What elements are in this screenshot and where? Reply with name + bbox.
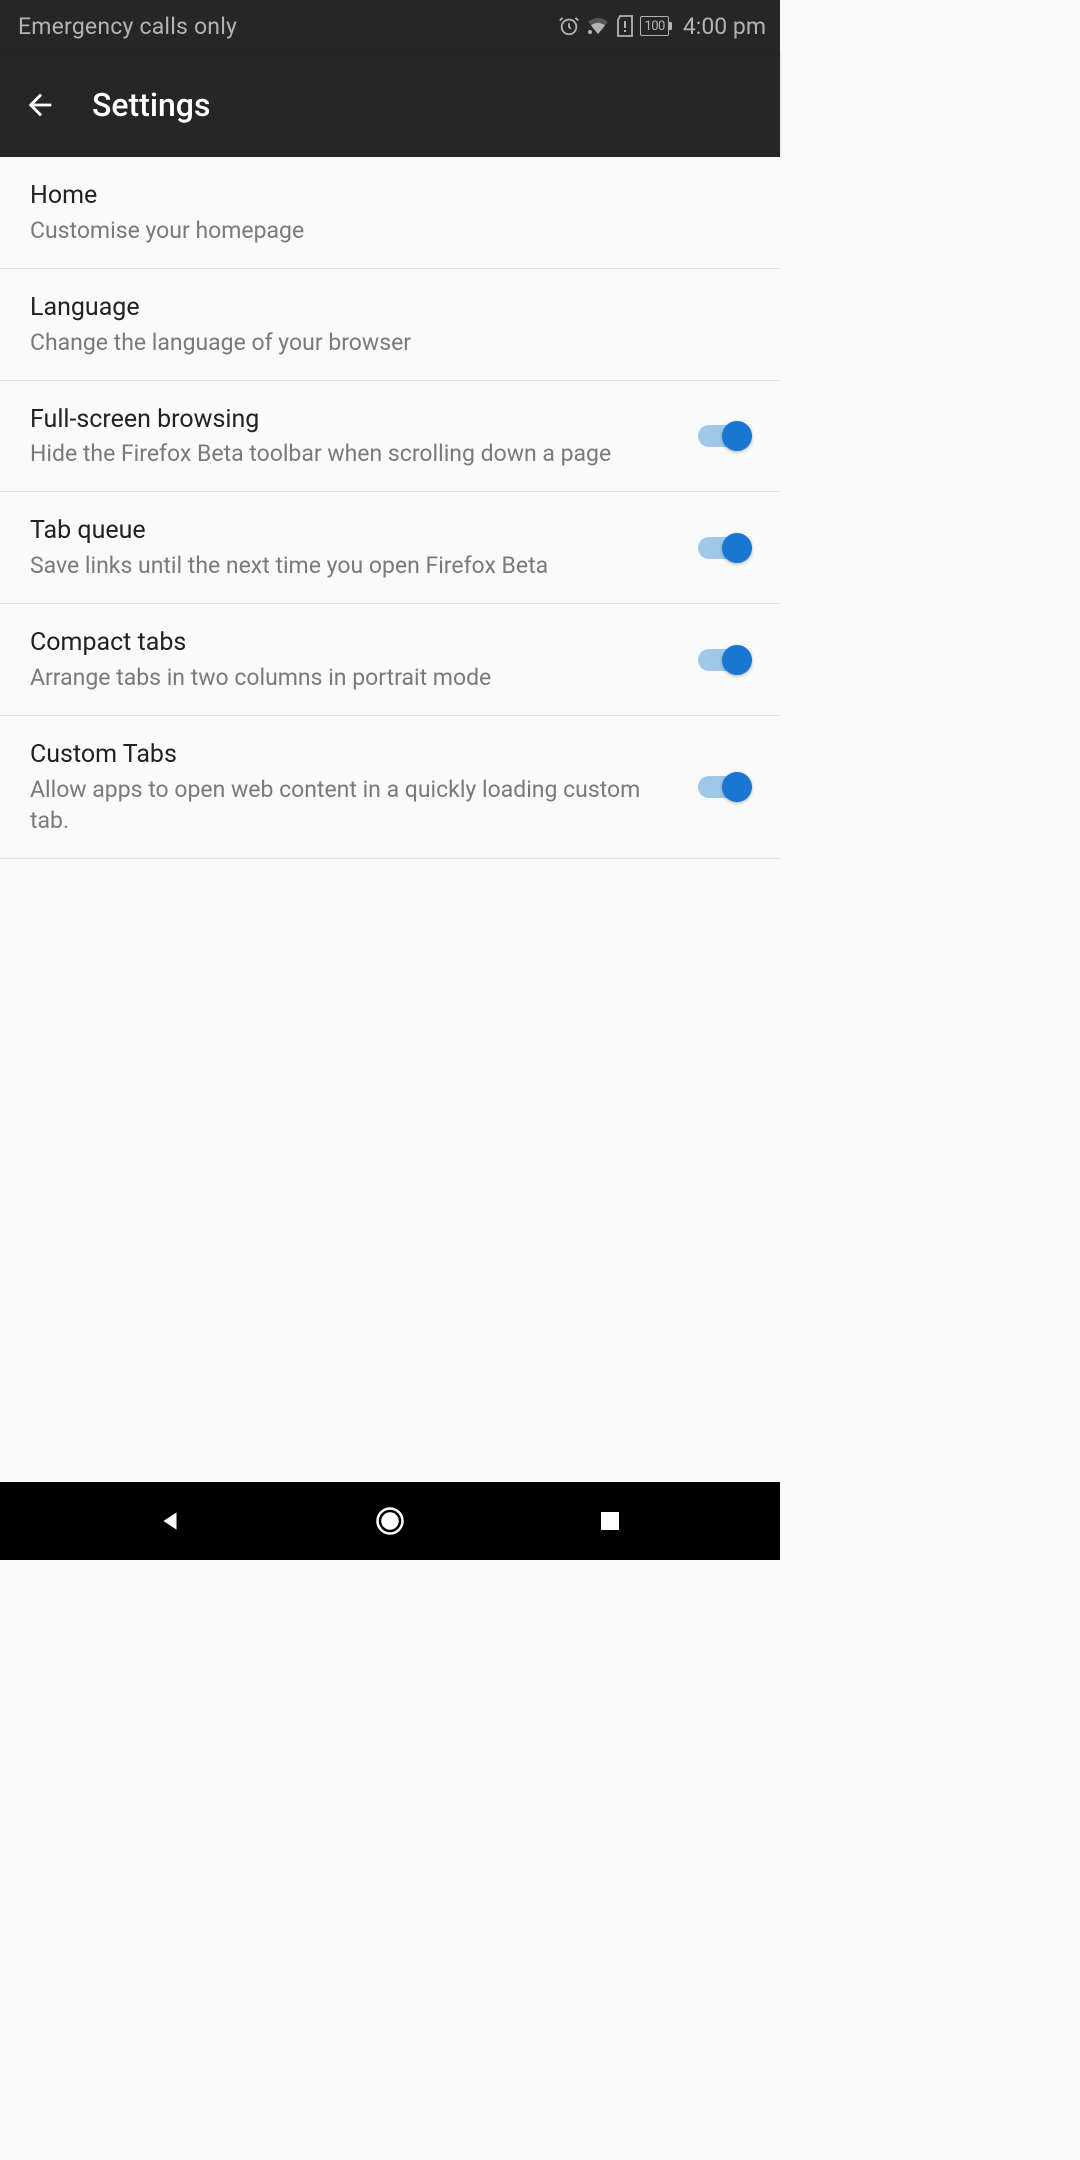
setting-summary: Allow apps to open web content in a quic… xyxy=(30,774,676,836)
setting-fullscreen-browsing[interactable]: Full-screen browsing Hide the Firefox Be… xyxy=(0,381,780,493)
sim-alert-icon xyxy=(616,15,634,37)
settings-list[interactable]: Home Customise your homepage Language Ch… xyxy=(0,157,780,1482)
page-title: Settings xyxy=(92,86,210,124)
alarm-icon xyxy=(558,15,580,37)
nav-recent-button[interactable] xyxy=(570,1491,650,1551)
setting-title: Compact tabs xyxy=(30,626,676,660)
setting-tab-queue[interactable]: Tab queue Save links until the next time… xyxy=(0,492,780,604)
status-icons: 100 4:00 pm xyxy=(558,13,766,40)
setting-summary: Change the language of your browser xyxy=(30,327,732,358)
app-bar: Settings xyxy=(0,52,780,157)
setting-home[interactable]: Home Customise your homepage xyxy=(0,157,780,269)
setting-compact-tabs[interactable]: Compact tabs Arrange tabs in two columns… xyxy=(0,604,780,716)
back-button[interactable] xyxy=(16,81,64,129)
compact-tabs-toggle[interactable] xyxy=(694,640,750,680)
clock-text: 4:00 pm xyxy=(683,13,766,40)
custom-tabs-toggle[interactable] xyxy=(694,767,750,807)
triangle-back-icon xyxy=(157,1508,183,1534)
wifi-icon xyxy=(586,16,610,36)
setting-summary: Save links until the next time you open … xyxy=(30,550,676,581)
setting-custom-tabs[interactable]: Custom Tabs Allow apps to open web conte… xyxy=(0,716,780,859)
nav-home-button[interactable] xyxy=(350,1491,430,1551)
setting-title: Custom Tabs xyxy=(30,738,676,772)
setting-title: Tab queue xyxy=(30,514,676,548)
navigation-bar xyxy=(0,1482,780,1560)
battery-icon: 100 xyxy=(640,16,668,36)
setting-summary: Customise your homepage xyxy=(30,215,732,246)
status-bar: Emergency calls only 100 xyxy=(0,0,780,52)
circle-home-icon xyxy=(375,1506,405,1536)
setting-summary: Arrange tabs in two columns in portrait … xyxy=(30,662,676,693)
arrow-left-icon xyxy=(23,88,57,122)
fullscreen-toggle[interactable] xyxy=(694,416,750,456)
setting-language[interactable]: Language Change the language of your bro… xyxy=(0,269,780,381)
setting-title: Full-screen browsing xyxy=(30,403,676,437)
battery-level: 100 xyxy=(644,19,664,34)
tab-queue-toggle[interactable] xyxy=(694,528,750,568)
setting-title: Home xyxy=(30,179,732,213)
carrier-text: Emergency calls only xyxy=(18,13,237,40)
setting-title: Language xyxy=(30,291,732,325)
square-recent-icon xyxy=(598,1509,622,1533)
nav-back-button[interactable] xyxy=(130,1491,210,1551)
setting-summary: Hide the Firefox Beta toolbar when scrol… xyxy=(30,438,676,469)
